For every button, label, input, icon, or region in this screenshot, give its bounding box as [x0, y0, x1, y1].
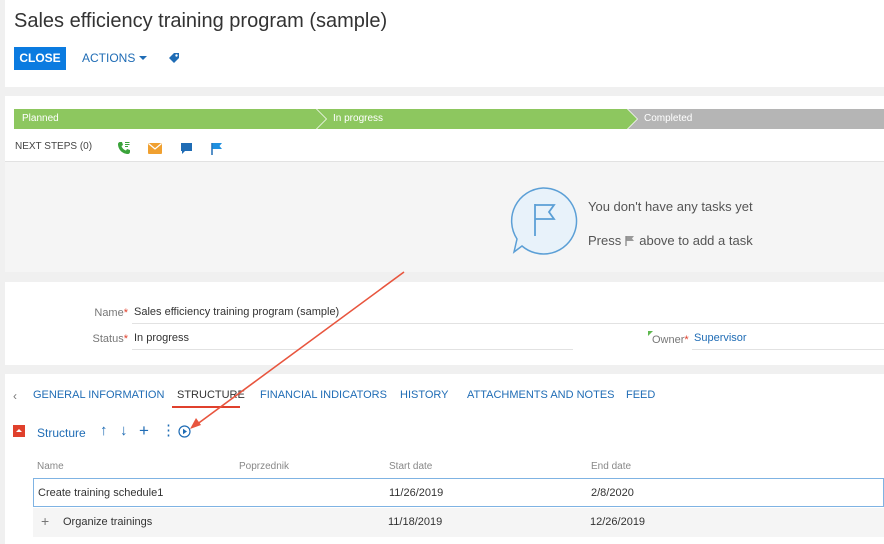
call-icon[interactable]: [117, 141, 131, 155]
name-label-text: Name: [94, 307, 124, 319]
primary-fields: Name* Sales efficiency training program …: [5, 282, 884, 365]
table-row[interactable]: Create training schedule1 11/26/2019 2/8…: [33, 478, 884, 507]
owner-label-text: Owner: [652, 334, 685, 346]
status-label-text: Status: [92, 333, 124, 345]
empty-press-text: Press: [588, 233, 622, 248]
tag-icon[interactable]: [168, 52, 180, 64]
tab-financial-indicators[interactable]: FINANCIAL INDICATORS: [260, 389, 387, 401]
empty-tasks-title: You don't have any tasks yet: [588, 199, 753, 214]
play-circle-icon[interactable]: [178, 425, 191, 438]
column-header-predecessor[interactable]: Poprzednik: [239, 461, 289, 472]
name-underline: [132, 323, 884, 324]
cell-end-date: 12/26/2019: [590, 516, 646, 528]
tab-structure[interactable]: STRUCTURE: [177, 389, 245, 401]
tab-general-information[interactable]: GENERAL INFORMATION: [33, 389, 164, 401]
owner-label: Owner*: [652, 334, 689, 346]
expand-icon[interactable]: +: [41, 513, 49, 529]
stage-in-progress[interactable]: In progress: [317, 109, 637, 129]
page-header: Sales efficiency training program (sampl…: [5, 0, 884, 87]
cell-start-date: 11/26/2019: [389, 487, 444, 499]
actions-label: ACTIONS: [82, 51, 136, 65]
structure-section-title[interactable]: Structure: [37, 426, 86, 440]
caret-down-icon: [139, 55, 148, 60]
owner-underline: [692, 349, 884, 350]
details-panel: ‹ GENERAL INFORMATION STRUCTURE FINANCIA…: [5, 374, 884, 544]
chat-icon[interactable]: [180, 142, 193, 155]
close-button[interactable]: CLOSE: [14, 47, 66, 70]
flag-icon[interactable]: [211, 142, 223, 156]
required-mark: *: [123, 333, 128, 345]
status-underline: [132, 349, 573, 350]
stage-planned[interactable]: Planned: [14, 109, 326, 129]
stage-completed[interactable]: Completed: [628, 109, 884, 129]
column-header-start-date[interactable]: Start date: [389, 461, 432, 472]
next-steps-label[interactable]: NEXT STEPS (0): [15, 141, 92, 152]
tabs-scroll-left-icon[interactable]: ‹: [13, 389, 17, 403]
flag-mini-icon: [625, 236, 635, 246]
required-mark: *: [123, 307, 128, 319]
email-icon[interactable]: [148, 143, 162, 154]
owner-field[interactable]: Supervisor: [694, 332, 747, 344]
tab-history[interactable]: HISTORY: [400, 389, 449, 401]
move-up-icon[interactable]: ↑: [100, 423, 108, 439]
collapse-section-button[interactable]: [13, 425, 25, 437]
add-icon[interactable]: +: [139, 422, 149, 439]
status-label: Status*: [93, 333, 128, 345]
stage-bar: Planned In progress Completed: [14, 109, 884, 129]
active-tab-indicator: [172, 406, 240, 408]
more-options-icon[interactable]: ⋮: [161, 423, 176, 439]
cell-start-date: 11/18/2019: [388, 516, 443, 528]
page-title: Sales efficiency training program (sampl…: [14, 10, 388, 32]
tasks-empty-area: [5, 162, 884, 272]
empty-tasks-hint: Press above to add a task: [588, 233, 753, 248]
chevron-up-icon: [16, 429, 22, 432]
flag-bubble-icon: [510, 187, 578, 255]
cell-name: Create training schedule1: [38, 487, 164, 499]
stage-label: Completed: [644, 113, 693, 124]
column-header-end-date[interactable]: End date: [591, 461, 631, 472]
stage-label: Planned: [22, 113, 59, 124]
status-field[interactable]: In progress: [134, 332, 189, 344]
lifecycle-panel: Planned In progress Completed NEXT STEPS…: [5, 96, 884, 272]
cell-name: Organize trainings: [63, 516, 153, 528]
column-header-name[interactable]: Name: [37, 461, 64, 472]
stage-label: In progress: [333, 113, 384, 124]
empty-suffix-text: above to add a task: [639, 233, 753, 248]
tab-feed[interactable]: FEED: [626, 389, 655, 401]
move-down-icon[interactable]: ↓: [120, 423, 128, 439]
required-mark: *: [684, 334, 689, 346]
name-field[interactable]: Sales efficiency training program (sampl…: [134, 306, 339, 318]
cell-end-date: 2/8/2020: [591, 487, 634, 499]
name-label: Name*: [94, 307, 128, 319]
tab-attachments-and-notes[interactable]: ATTACHMENTS AND NOTES: [467, 389, 615, 401]
actions-button[interactable]: ACTIONS: [82, 47, 148, 70]
table-row[interactable]: + Organize trainings 11/18/2019 12/26/20…: [33, 508, 884, 537]
